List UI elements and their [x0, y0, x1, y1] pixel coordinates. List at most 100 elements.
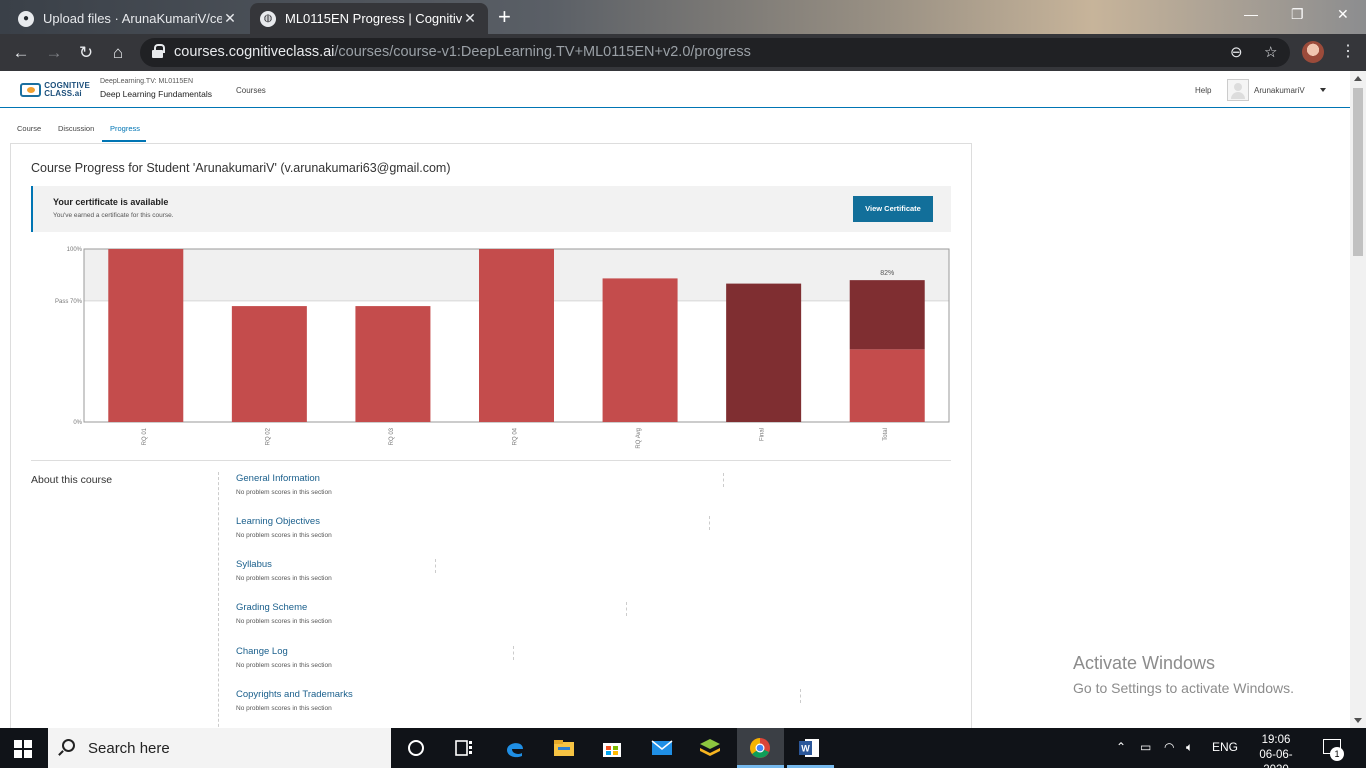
x-tick-label: RQ 01 — [142, 427, 148, 445]
section-link[interactable]: Copyrights and Trademarks — [236, 689, 353, 700]
username[interactable]: ArunakumariV — [1254, 86, 1305, 95]
y-tick-label: 0% — [73, 420, 82, 426]
scroll-up-icon[interactable] — [1354, 76, 1362, 81]
tab-title: ML0115EN Progress | Cognitive C — [285, 11, 462, 26]
section-copyrights-and-trademarks: Copyrights and Trademarks No problem sco… — [236, 689, 801, 712]
browser-menu-icon[interactable]: ⋮ — [1340, 41, 1356, 61]
clock-date: 06-06-2020 — [1259, 749, 1293, 768]
section-link[interactable]: Change Log — [236, 646, 332, 657]
user-avatar[interactable] — [1227, 79, 1249, 101]
browser-toolbar: ← → ↻ ⌂ courses.cognitiveclass.ai/course… — [0, 34, 1366, 71]
search-icon — [62, 739, 75, 752]
activate-windows-watermark: Activate Windows Go to Settings to activ… — [1073, 653, 1294, 696]
store-icon[interactable] — [600, 736, 624, 760]
language-indicator[interactable]: ENG — [1212, 740, 1238, 754]
wifi-icon[interactable]: ◠ — [1164, 740, 1174, 754]
section-status: No problem scores in this section — [236, 575, 332, 582]
section-status: No problem scores in this section — [236, 705, 332, 712]
home-icon[interactable]: ⌂ — [106, 41, 130, 65]
battery-icon[interactable]: ▭ — [1140, 740, 1151, 754]
courses-link[interactable]: Courses — [236, 86, 266, 95]
word-icon[interactable]: W — [797, 736, 821, 760]
section-tick — [800, 689, 801, 703]
section-link[interactable]: Syllabus — [236, 559, 332, 570]
section-tick — [723, 473, 724, 487]
chevron-down-icon[interactable] — [1320, 88, 1326, 92]
address-bar[interactable]: courses.cognitiveclass.ai/courses/course… — [140, 38, 1290, 67]
tab-progress[interactable]: Progress — [110, 124, 140, 133]
section-link[interactable]: Learning Objectives — [236, 516, 332, 527]
section-general-information: General Information No problem scores in… — [236, 473, 724, 496]
chevron-up-icon[interactable]: ⌃ — [1116, 740, 1126, 754]
restore-icon[interactable]: ❐ — [1291, 6, 1304, 23]
back-icon[interactable]: ← — [9, 41, 33, 65]
about-course-label: About this course — [31, 474, 113, 486]
section-change-log: Change Log No problem scores in this sec… — [236, 646, 514, 669]
volume-icon[interactable]: 🔈︎ — [1186, 740, 1193, 755]
taskbar-clock[interactable]: 19:06 06-06-2020 — [1248, 733, 1304, 768]
section-divider — [31, 460, 951, 461]
help-link[interactable]: Help — [1195, 86, 1211, 95]
progress-panel: Course Progress for Student 'Arunakumari… — [10, 143, 972, 728]
browser-tab-bar: ● Upload files · ArunaKumariV/cert ✕ ◍ M… — [0, 0, 1366, 34]
profile-avatar[interactable] — [1302, 41, 1324, 63]
bar — [108, 249, 184, 422]
active-tab-indicator — [102, 140, 146, 142]
close-icon[interactable]: ✕ — [462, 10, 478, 27]
close-icon[interactable]: ✕ — [222, 10, 238, 27]
new-tab-button[interactable]: + — [498, 6, 511, 28]
section-syllabus: Syllabus No problem scores in this secti… — [236, 559, 436, 582]
y-tick-label: 100% — [67, 247, 83, 253]
window-close-icon[interactable]: ✕ — [1337, 6, 1349, 23]
section-tick — [709, 516, 710, 530]
bookmark-star-icon[interactable]: ☆ — [1264, 43, 1277, 61]
site-header: COGNITIVE CLASS.ai DeepLearning.TV: ML01… — [0, 71, 1350, 108]
course-name: Deep Learning Fundamentals — [100, 89, 212, 99]
zoom-icon[interactable]: ⊖ — [1230, 43, 1243, 61]
chrome-icon[interactable] — [748, 736, 772, 760]
tab-course[interactable]: Course — [17, 124, 41, 133]
taskbar-search-box[interactable]: Search here — [48, 728, 391, 768]
web-page: COGNITIVE CLASS.ai DeepLearning.TV: ML01… — [0, 71, 1350, 728]
section-link[interactable]: General Information — [236, 473, 332, 484]
bar-total-upper — [849, 280, 925, 350]
bluestacks-icon[interactable] — [698, 736, 722, 760]
scrollbar-thumb[interactable] — [1353, 88, 1363, 256]
tab-title: Upload files · ArunaKumariV/cert — [43, 11, 222, 26]
page-scrollbar[interactable] — [1350, 71, 1366, 728]
bar — [479, 249, 554, 422]
browser-tab-github[interactable]: ● Upload files · ArunaKumariV/cert ✕ — [8, 3, 248, 34]
file-explorer-icon[interactable] — [552, 736, 576, 760]
certificate-title: Your certificate is available — [53, 197, 169, 207]
section-status: No problem scores in this section — [236, 618, 332, 625]
section-link[interactable]: Grading Scheme — [236, 602, 332, 613]
section-tick — [513, 646, 514, 660]
section-learning-objectives: Learning Objectives No problem scores in… — [236, 516, 710, 539]
cognitive-class-logo[interactable]: COGNITIVE CLASS.ai — [20, 81, 90, 99]
watermark-line-1: Activate Windows — [1073, 653, 1216, 673]
url-text: courses.cognitiveclass.ai/courses/course… — [174, 44, 751, 60]
globe-icon: ◍ — [260, 10, 276, 27]
section-status: No problem scores in this section — [236, 489, 332, 496]
clock-time: 19:06 — [1261, 734, 1291, 746]
task-view-icon[interactable] — [452, 736, 476, 760]
sections-divider — [218, 472, 219, 728]
mail-icon[interactable] — [650, 736, 674, 760]
search-placeholder: Search here — [88, 740, 170, 757]
windows-start-icon[interactable] — [14, 740, 32, 758]
x-tick-label: RQ 02 — [265, 427, 271, 445]
view-certificate-button[interactable]: View Certificate — [853, 196, 933, 222]
svg-text:W: W — [801, 744, 810, 754]
bar — [726, 283, 802, 422]
tab-discussion[interactable]: Discussion — [58, 124, 94, 133]
reload-icon[interactable]: ↻ — [74, 41, 98, 65]
scroll-down-icon[interactable] — [1354, 718, 1362, 723]
logo-line-2: CLASS.ai — [44, 89, 82, 98]
cortana-icon[interactable] — [404, 736, 428, 760]
section-status: No problem scores in this section — [236, 662, 332, 669]
browser-tab-progress[interactable]: ◍ ML0115EN Progress | Cognitive C ✕ — [250, 3, 488, 34]
windows-taskbar: Search here W ⌃ ▭ ◠ 🔈︎ ENG 19:06 06-06-2… — [0, 728, 1366, 768]
minimize-icon[interactable]: — — [1244, 6, 1258, 22]
edge-icon[interactable] — [503, 736, 527, 760]
forward-icon[interactable]: → — [42, 41, 66, 65]
